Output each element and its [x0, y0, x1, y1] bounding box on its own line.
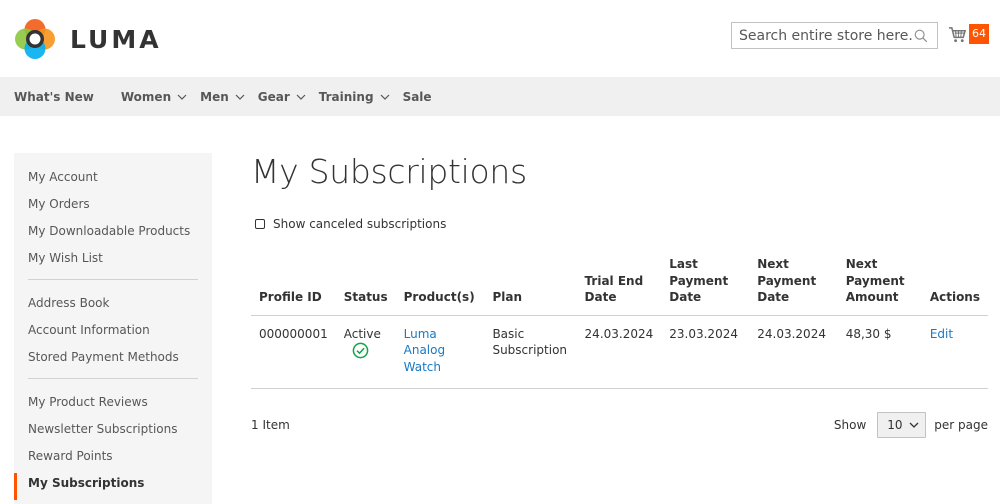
nav-item-gear[interactable]: Gear: [258, 90, 306, 104]
sidebar-divider: [28, 378, 198, 379]
nav-label: Gear: [257, 89, 290, 104]
cell-next-payment-date: 24.03.2024: [749, 315, 838, 389]
col-next-payment-amount: Next Payment Amount: [837, 256, 922, 316]
account-sidebar: My Account My Orders My Downloadable Pro…: [14, 153, 212, 504]
show-canceled-label: Show canceled subscriptions: [273, 217, 447, 231]
sidebar-item-my-subscriptions: My Subscriptions: [14, 473, 212, 500]
subscriptions-table: Profile ID Status Product(s) Plan Trial …: [251, 256, 988, 389]
cell-last-payment-date: 23.03.2024: [661, 315, 750, 389]
sidebar-item-my-orders[interactable]: My Orders: [14, 194, 212, 221]
limiter-show-label: Show: [833, 418, 867, 432]
nav-item-training[interactable]: Training: [319, 90, 390, 104]
header: LUMA 64: [0, 0, 1000, 77]
toolbar-pager: 1 Item Show 10 per page: [251, 412, 988, 438]
limiter-value: 10: [887, 418, 903, 432]
cell-plan: Basic Subscription: [484, 315, 577, 389]
table-row: 000000001 Active Luma Analog Watch Basic…: [251, 315, 988, 389]
logo-text: LUMA: [70, 24, 162, 54]
sidebar-item-account-information[interactable]: Account Information: [14, 320, 212, 347]
cell-status: Active: [335, 315, 396, 389]
sidebar-item-wish-list[interactable]: My Wish List: [14, 248, 212, 275]
col-status: Status: [335, 256, 396, 316]
chevron-down-icon: [235, 94, 245, 100]
cell-trial-end-date: 24.03.2024: [576, 315, 662, 389]
status-text: Active: [343, 326, 381, 341]
show-canceled-toggle[interactable]: Show canceled subscriptions: [255, 217, 990, 231]
nav-item-whats-new[interactable]: What's New: [14, 90, 94, 104]
sidebar-item-reward-points[interactable]: Reward Points: [14, 446, 212, 473]
header-text: Last Payment Date: [669, 257, 729, 304]
cell-profile-id: 000000001: [251, 315, 336, 389]
cart-count-badge: 64: [969, 24, 989, 44]
header-text: Next Payment Date: [757, 257, 817, 304]
store-logo[interactable]: LUMA: [14, 18, 162, 60]
col-trial-end-date: Trial End Date: [576, 256, 662, 316]
sidebar-item-newsletter-subscriptions[interactable]: Newsletter Subscriptions: [14, 419, 212, 446]
cell-actions: Edit: [921, 315, 988, 389]
limiter: Show 10 per page: [834, 412, 988, 438]
luma-logo-icon: [15, 19, 55, 59]
chevron-down-icon: [296, 94, 306, 100]
edit-link[interactable]: Edit: [930, 327, 953, 341]
header-text: Trial End Date: [584, 273, 644, 305]
col-last-payment-date: Last Payment Date: [661, 256, 750, 316]
col-actions: Actions: [921, 256, 988, 316]
minicart[interactable]: 64: [948, 24, 989, 44]
limiter-select[interactable]: 10: [877, 412, 927, 438]
product-link[interactable]: Luma Analog Watch: [404, 327, 445, 374]
header-text: Next Payment Amount: [845, 257, 905, 304]
search-icon[interactable]: [913, 27, 929, 45]
col-products: Product(s): [395, 256, 485, 316]
cell-product: Luma Analog Watch: [395, 315, 485, 389]
table-header-row: Profile ID Status Product(s) Plan Trial …: [251, 256, 988, 316]
sidebar-item-product-reviews[interactable]: My Product Reviews: [14, 392, 212, 419]
show-canceled-checkbox[interactable]: [255, 219, 265, 229]
sidebar-divider: [28, 279, 198, 280]
search-input[interactable]: [732, 23, 913, 48]
nav-item-women[interactable]: Women: [121, 90, 187, 104]
sidebar-item-my-account[interactable]: My Account: [14, 167, 212, 194]
nav-item-sale[interactable]: Sale: [403, 90, 432, 104]
nav-label: Women: [120, 89, 172, 104]
col-profile-id: Profile ID: [251, 256, 336, 316]
main-navigation: What's New Women Men Gear Training Sale: [0, 77, 1000, 116]
cell-next-payment-amount: 48,30 $: [837, 315, 922, 389]
col-next-payment-date: Next Payment Date: [749, 256, 838, 316]
main-content: My Subscriptions Show canceled subscript…: [251, 150, 990, 438]
cart-icon[interactable]: [948, 25, 967, 44]
limiter-per-page-label: per page: [934, 418, 988, 432]
nav-label: Sale: [402, 89, 432, 104]
col-plan: Plan: [484, 256, 577, 316]
item-count: 1 Item: [251, 418, 290, 432]
sidebar-item-stored-payment-methods[interactable]: Stored Payment Methods: [14, 347, 212, 374]
sidebar-item-address-book[interactable]: Address Book: [14, 293, 212, 320]
nav-label: What's New: [14, 89, 94, 104]
chevron-down-icon: [909, 422, 919, 428]
page-title: My Subscriptions: [251, 152, 527, 191]
nav-label: Training: [318, 89, 374, 104]
nav-label: Men: [200, 89, 229, 104]
check-circle-icon: [352, 342, 369, 359]
nav-item-men[interactable]: Men: [200, 90, 245, 104]
sidebar-item-downloadable-products[interactable]: My Downloadable Products: [14, 221, 212, 248]
search-box: [731, 22, 938, 49]
chevron-down-icon: [177, 94, 187, 100]
chevron-down-icon: [380, 94, 389, 100]
